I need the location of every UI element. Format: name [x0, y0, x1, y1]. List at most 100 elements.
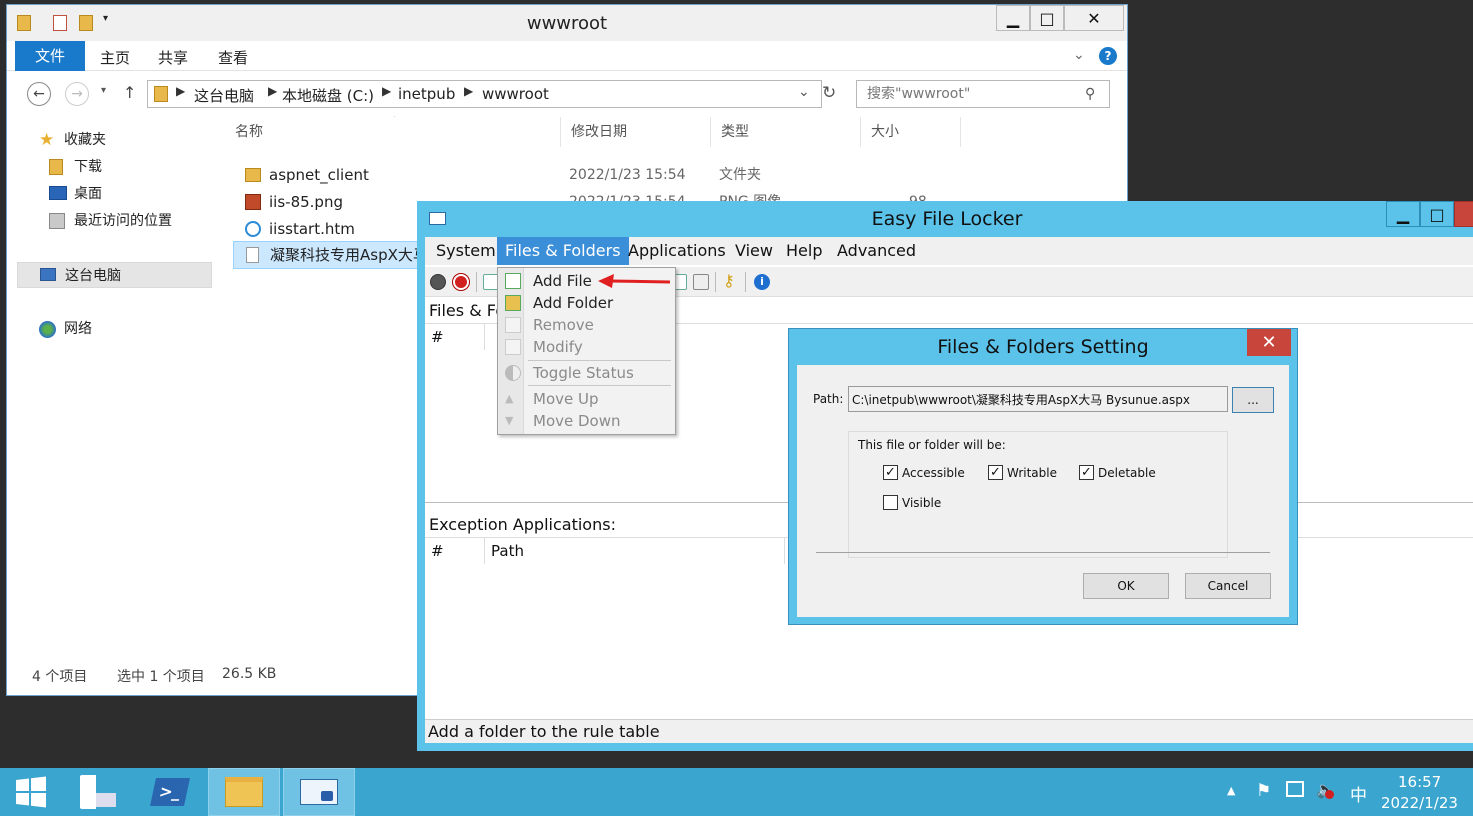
address-bar[interactable]: ▶ 这台电脑 ▶ 本地磁盘 (C:) ▶ inetpub ▶ wwwroot ⌄ — [147, 80, 822, 108]
network-status-icon[interactable] — [1286, 781, 1304, 797]
menu-help[interactable]: Help — [778, 237, 830, 265]
dialog-close-button[interactable]: ✕ — [1247, 329, 1291, 356]
browse-button[interactable]: ... — [1232, 387, 1274, 413]
close-button[interactable] — [1454, 201, 1473, 227]
column-header-size[interactable]: 大小 — [861, 117, 961, 147]
maximize-button[interactable]: □ — [1030, 5, 1064, 31]
menu-item-move-up[interactable]: ▲ Move Up — [500, 388, 673, 410]
nav-recent-places[interactable]: 最近访问的位置 — [7, 208, 212, 234]
settings-tool-icon[interactable] — [693, 274, 709, 290]
info-icon[interactable]: i — [754, 274, 770, 290]
accessible-checkbox[interactable]: ✓ — [883, 465, 898, 480]
taskbar-server-manager[interactable] — [62, 768, 134, 816]
search-input[interactable]: 搜索"wwwroot" ⚲ — [856, 80, 1110, 108]
key-icon[interactable]: ⚷ — [723, 271, 735, 290]
computer-icon — [40, 268, 56, 281]
expand-ribbon-icon[interactable]: ⌄ — [1073, 47, 1085, 63]
close-button[interactable]: ✕ — [1064, 5, 1124, 31]
menu-applications[interactable]: Applications — [620, 237, 734, 265]
breadcrumb-separator[interactable]: ▶ — [268, 84, 277, 98]
writable-checkbox[interactable]: ✓ — [988, 465, 1003, 480]
visible-checkbox[interactable] — [883, 495, 898, 510]
deletable-checkbox[interactable]: ✓ — [1079, 465, 1094, 480]
path-value: C:\inetpub\wwwroot\凝聚科技专用AspX大马 Bysunue.… — [852, 393, 1190, 407]
menu-item-move-down[interactable]: ▼ Move Down — [500, 410, 673, 432]
menu-files-folders[interactable]: Files & Folders — [497, 237, 629, 265]
stop-protection-icon[interactable] — [453, 274, 469, 290]
menu-advanced[interactable]: Advanced — [829, 237, 924, 265]
back-button[interactable]: ← — [27, 82, 51, 106]
breadcrumb-this-pc[interactable]: 这台电脑 — [194, 85, 254, 106]
move-up-icon: ▲ — [505, 392, 514, 405]
recent-locations-icon[interactable]: ▾ — [101, 85, 106, 96]
file-row[interactable]: aspnet_client 2022/1/23 15:54 文件夹 — [233, 162, 933, 188]
menu-system[interactable]: System — [428, 237, 504, 265]
add-file-icon — [505, 273, 521, 289]
address-row: ← → ▾ ↑ ▶ 这台电脑 ▶ 本地磁盘 (C:) ▶ inetpub ▶ w… — [7, 71, 1127, 115]
address-dropdown-icon[interactable]: ⌄ — [798, 84, 810, 100]
action-center-flag-icon[interactable]: ⚑ — [1256, 781, 1271, 801]
search-placeholder: 搜索"wwwroot" — [867, 86, 971, 102]
breadcrumb-wwwroot[interactable]: wwwroot — [482, 85, 549, 103]
files-folders-setting-dialog: Files & Folders Setting ✕ Path: C:\inetp… — [788, 328, 1298, 625]
menu-item-add-folder[interactable]: Add Folder — [500, 292, 673, 314]
nav-network[interactable]: 网络 — [7, 316, 212, 342]
breadcrumb-separator[interactable]: ▶ — [176, 84, 185, 98]
nav-favorites[interactable]: ★ 收藏夹 — [7, 127, 212, 153]
forward-button[interactable]: → — [65, 82, 89, 106]
taskbar-powershell[interactable]: >_ — [134, 768, 206, 816]
menu-view[interactable]: View — [727, 237, 781, 265]
file-explorer-icon — [225, 777, 263, 807]
cancel-button[interactable]: Cancel — [1185, 573, 1271, 599]
menu-item-toggle-status[interactable]: Toggle Status — [500, 362, 673, 384]
tab-view[interactable]: 查看 — [213, 45, 253, 71]
exception-header-number[interactable]: # — [425, 538, 485, 564]
breadcrumb-local-disk[interactable]: 本地磁盘 (C:) — [282, 85, 374, 106]
nav-this-pc[interactable]: 这台电脑 — [17, 262, 212, 288]
toolbar-separator — [745, 272, 746, 292]
column-header-type[interactable]: 类型 — [711, 117, 861, 147]
minimize-button[interactable]: ▁ — [996, 5, 1030, 31]
refresh-icon[interactable]: ↻ — [822, 83, 836, 103]
breadcrumb-separator[interactable]: ▶ — [382, 84, 391, 98]
show-hidden-icons[interactable]: ▲ — [1227, 784, 1235, 797]
taskbar-file-explorer[interactable] — [208, 768, 280, 816]
menu-separator — [528, 360, 671, 361]
modify-icon — [505, 339, 521, 355]
exception-header-path[interactable]: Path — [485, 538, 785, 564]
grid-header-number[interactable]: # — [425, 324, 485, 350]
breadcrumb-separator[interactable]: ▶ — [464, 84, 473, 98]
ok-button[interactable]: OK — [1083, 573, 1169, 599]
tab-file[interactable]: 文件 — [15, 41, 85, 71]
efl-title: Easy File Locker — [871, 208, 1023, 230]
ime-indicator[interactable]: 中 — [1350, 781, 1367, 806]
tab-share[interactable]: 共享 — [153, 45, 193, 71]
help-icon[interactable]: ? — [1099, 47, 1117, 65]
start-button[interactable] — [0, 768, 62, 816]
accessible-option[interactable]: ✓ Accessible — [883, 465, 983, 483]
start-protection-icon[interactable] — [430, 274, 446, 290]
menu-item-modify[interactable]: Modify — [500, 336, 673, 358]
options-group: This file or folder will be: ✓ Accessibl… — [848, 431, 1228, 558]
column-header-name[interactable]: 名称 — [225, 117, 561, 147]
taskbar-easy-file-locker[interactable] — [283, 768, 355, 816]
writable-option[interactable]: ✓ Writable — [988, 465, 1078, 483]
dialog-title: Files & Folders Setting — [937, 336, 1149, 358]
nav-desktop[interactable]: 桌面 — [7, 181, 212, 207]
deletable-option[interactable]: ✓ Deletable — [1079, 465, 1169, 483]
menu-item-remove[interactable]: Remove — [500, 314, 673, 336]
clock-date[interactable]: 2022/1/23 — [1381, 794, 1458, 812]
breadcrumb-inetpub[interactable]: inetpub — [398, 85, 455, 103]
clock-time[interactable]: 16:57 — [1398, 773, 1441, 791]
visible-option[interactable]: Visible — [883, 495, 973, 513]
efl-menubar: System Files & Folders Applications View… — [425, 237, 1473, 265]
tab-home[interactable]: 主页 — [95, 45, 135, 71]
column-header-date[interactable]: 修改日期 — [561, 117, 711, 147]
file-row-selected[interactable]: 凝聚科技专用AspX大马 — [233, 241, 433, 269]
path-input[interactable]: C:\inetpub\wwwroot\凝聚科技专用AspX大马 Bysunue.… — [848, 386, 1228, 412]
maximize-button[interactable]: □ — [1420, 201, 1454, 227]
minimize-button[interactable]: ▁ — [1386, 201, 1420, 227]
nav-downloads[interactable]: 下载 — [7, 154, 212, 180]
up-button[interactable]: ↑ — [123, 83, 136, 102]
volume-muted-x — [1325, 790, 1334, 799]
